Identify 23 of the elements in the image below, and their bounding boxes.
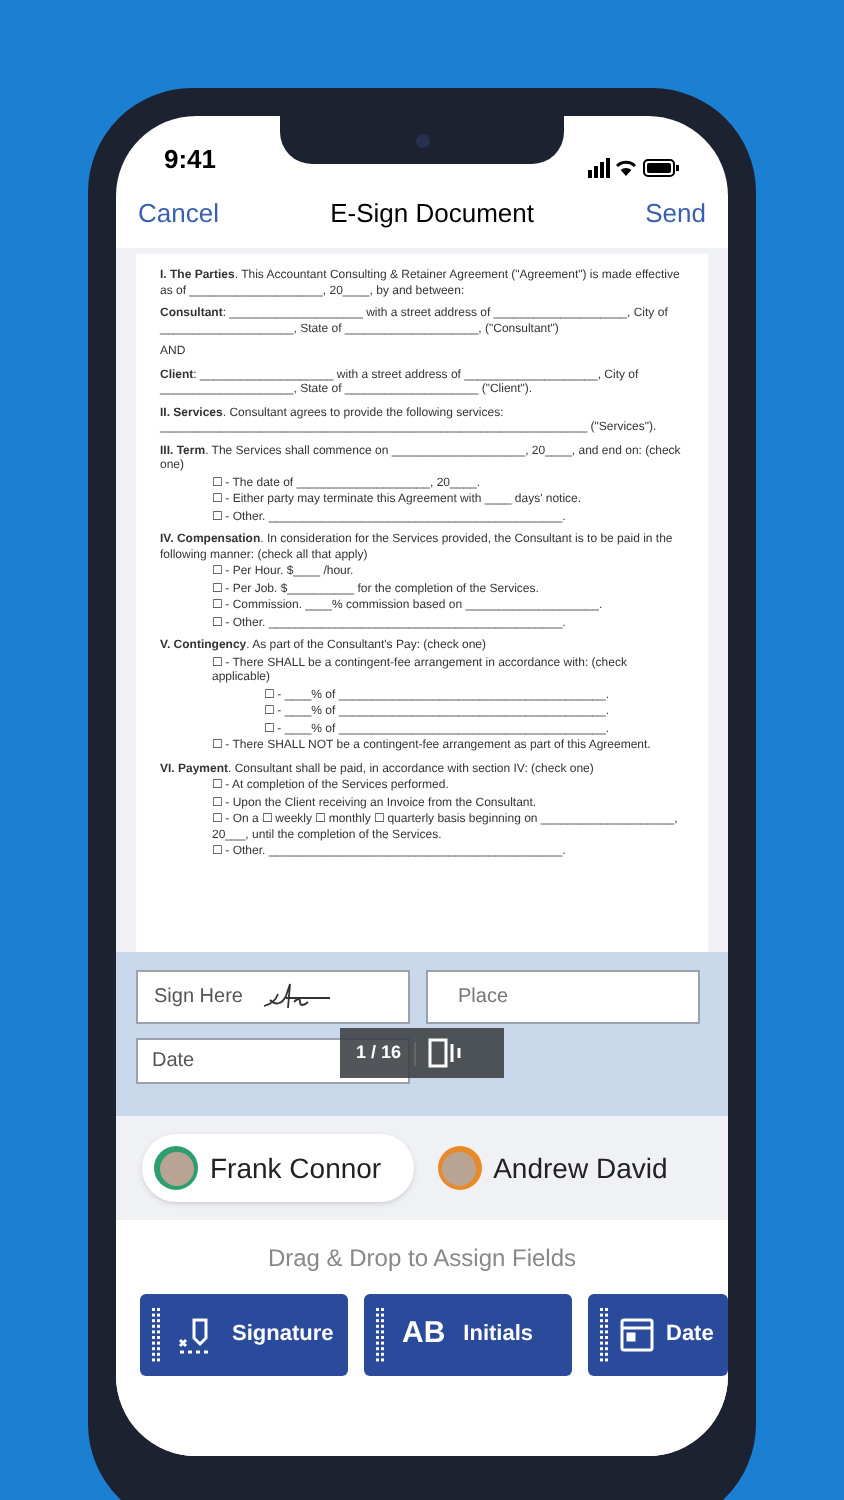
signer-chip[interactable]: Frank Connor: [142, 1134, 414, 1202]
drag-handle-icon: [600, 1307, 608, 1363]
hint-text: Drag & Drop to Assign Fields: [267, 1242, 577, 1276]
signature-field-icon: [178, 1315, 214, 1355]
page-indicator: 1 / 16: [340, 1028, 504, 1078]
initials-field-icon: AB: [402, 1312, 446, 1358]
status-icons: [588, 158, 680, 178]
drag-handle-icon: [376, 1307, 384, 1363]
cancel-button[interactable]: Cancel: [138, 194, 219, 234]
field-type-button[interactable]: Signature: [140, 1294, 348, 1376]
page-view-icon[interactable]: [427, 1038, 464, 1068]
field-type-button[interactable]: Date: [588, 1294, 728, 1376]
send-button[interactable]: Send: [645, 194, 706, 234]
status-time: 9:41: [164, 141, 217, 177]
screen-title: E-Sign Document: [330, 196, 534, 233]
drag-handle-icon: [152, 1307, 160, 1363]
signature-drawing: [262, 981, 335, 1013]
signer-chip[interactable]: Andrew David: [425, 1134, 700, 1202]
camera-icon: [415, 133, 429, 147]
signature-field[interactable]: Sign Here: [136, 970, 410, 1024]
place-field[interactable]: Place: [426, 970, 700, 1024]
calendar-icon: [620, 1318, 654, 1352]
field-type-button[interactable]: AB Initials: [364, 1294, 572, 1376]
